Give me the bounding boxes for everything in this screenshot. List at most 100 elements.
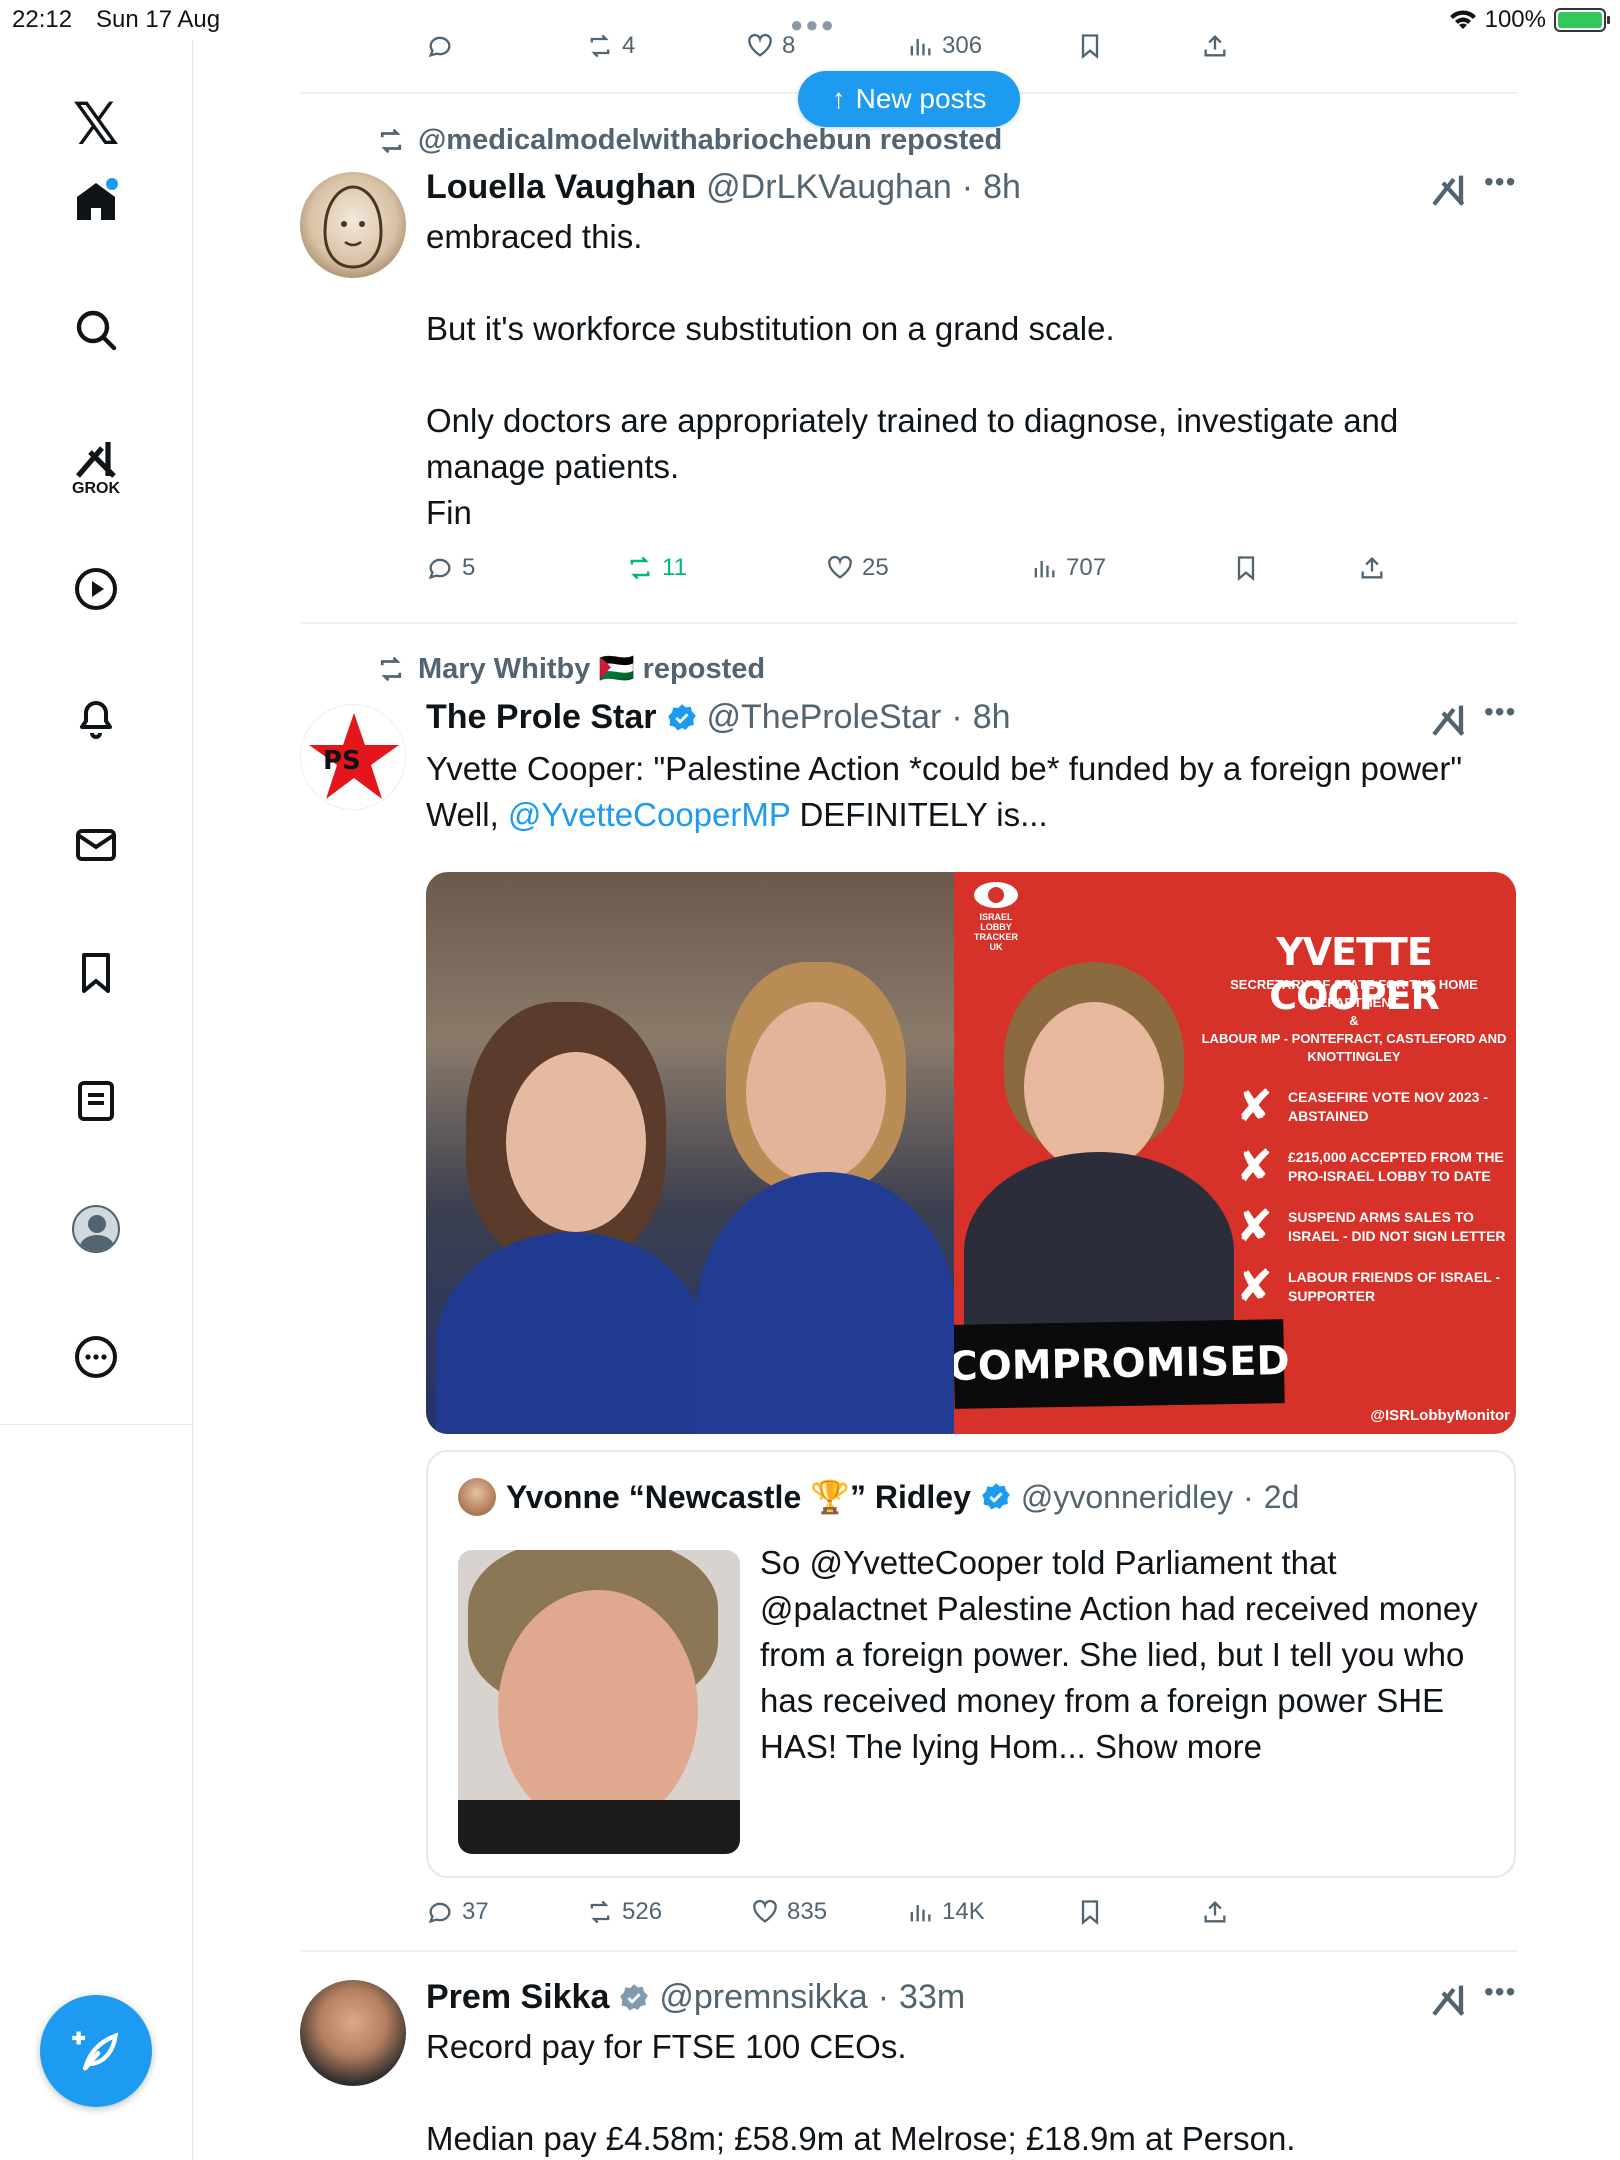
infographic-item: ✘ CEASEFIRE VOTE NOV 2023 - ABSTAINED [1236,1082,1488,1131]
red-star-logo-icon: PS [309,713,399,799]
sidebar-item-videos[interactable] [60,553,132,625]
reply-icon [428,558,451,580]
heart-icon [748,33,772,57]
author-handle[interactable]: @DrLKVaughan [706,168,952,207]
x-logo-icon[interactable]: 𝕏 [60,88,132,160]
reply-button[interactable] [426,32,454,60]
tweet-card[interactable]: Prem Sikka @premnsikka · 33m ••• Record … [300,1960,1520,2160]
views-button[interactable]: 14K [906,1898,985,1926]
author-handle[interactable]: @premnsikka [659,1978,867,2017]
cross-icon: ✘ [1236,1142,1273,1191]
status-date: Sun 17 Aug [96,6,221,33]
cross-icon: ✘ [1236,1082,1273,1131]
tweet-card[interactable]: Mary Whitby 🇵🇸 reposted PS The Prole Sta… [300,650,1520,1950]
more-options-icon[interactable]: ••• [1484,166,1516,198]
more-options-icon[interactable]: ••• [1484,696,1516,728]
grok-icon [76,442,116,478]
tweet-time[interactable]: 8h [973,698,1011,737]
views-button[interactable]: 707 [1030,554,1106,582]
bookmark-button[interactable] [1076,1898,1104,1926]
repost-button[interactable]: 11 [626,554,687,582]
tweet-text-prefix: Well, [426,796,508,833]
sidebar-item-home[interactable] [60,166,132,238]
tweet-time[interactable]: 33m [899,1978,965,2017]
quote-author-name[interactable]: Yvonne “Newcastle 🏆” Ridley [506,1478,971,1516]
tweet-header: Prem Sikka @premnsikka · 33m [426,1978,965,2017]
verified-badge-icon [620,1983,649,2010]
verified-badge-icon [667,703,696,730]
quote-avatar[interactable] [458,1478,496,1516]
avatar[interactable] [300,1980,406,2086]
quoted-tweet[interactable]: Yvonne “Newcastle 🏆” Ridley @yvonneridle… [426,1450,1516,1878]
sidebar-item-profile[interactable] [60,1193,132,1265]
sidebar-item-messages[interactable] [60,809,132,881]
reply-button[interactable]: 5 [426,554,475,582]
sidebar-item-lists[interactable] [60,1065,132,1137]
repost-icon [590,34,610,58]
quote-image[interactable] [458,1550,740,1854]
grok-explain-icon[interactable] [1430,1982,1474,2018]
show-more-link[interactable]: Show more [1095,1728,1262,1765]
sidebar-item-notifications[interactable] [60,681,132,753]
sidebar-divider [0,1424,193,1425]
avatar[interactable] [300,172,406,278]
views-button[interactable]: 306 [906,32,982,60]
quote-author-handle[interactable]: @yvonneridley [1021,1479,1233,1516]
sidebar-item-grok[interactable]: GROK [60,422,132,512]
infographic-panel[interactable]: ISRAEL LOBBY TRACKER UK YVETTE COOPER SE… [954,872,1516,1434]
infographic-credit: @ISRLobbyMonitor [1370,1407,1510,1424]
share-icon [1204,1901,1226,1923]
grok-label: GROK [72,480,120,497]
share-button[interactable] [1201,1898,1229,1926]
share-button[interactable] [1201,32,1229,60]
separator-dot: · [877,1978,890,2016]
reply-button[interactable]: 37 [426,1898,489,1926]
repost-icon [590,1900,610,1924]
author-name[interactable]: The Prole Star [426,698,657,737]
repost-count: 526 [622,1898,663,1925]
list-icon [78,1081,114,1121]
like-button[interactable]: 8 [746,32,795,60]
tweet-divider [300,622,1518,624]
author-name[interactable]: Louella Vaughan [426,168,696,207]
bookmark-button[interactable] [1076,32,1104,60]
tweet-text: Record pay for FTSE 100 CEOs. Median pay… [426,2028,1296,2157]
bookmark-button[interactable] [1232,554,1260,582]
sidebar-item-more[interactable] [60,1321,132,1393]
new-posts-button[interactable]: ↑ New posts [798,71,1020,127]
more-options-icon[interactable]: ••• [1484,1976,1516,2008]
repost-button[interactable]: 4 [586,32,635,60]
quote-time: 2d [1263,1478,1300,1515]
share-button[interactable] [1358,554,1386,582]
views-count: 707 [1066,554,1107,581]
repost-indicator: Mary Whitby 🇵🇸 reposted [376,652,765,686]
bookmark-icon [82,953,110,993]
like-button[interactable]: 25 [826,554,889,582]
author-name[interactable]: Prem Sikka [426,1978,609,2017]
avatar[interactable]: PS [300,704,406,810]
repost-button[interactable]: 526 [586,1898,662,1926]
prev-tweet-actions: 4 8 306 [426,32,1506,72]
tweet-media[interactable]: ISRAEL LOBBY TRACKER UK YVETTE COOPER SE… [426,872,1516,1434]
repost-by: @medicalmodelwithabriochebun reposted [418,124,1003,156]
views-icon [910,39,931,56]
like-button[interactable]: 835 [751,1898,827,1926]
sidebar-item-explore[interactable] [60,294,132,366]
author-handle[interactable]: @TheProleStar [707,698,942,737]
repost-count: 11 [662,554,687,581]
mention-link[interactable]: @YvetteCooperMP [508,796,790,833]
tweet-time[interactable]: 8h [983,168,1021,207]
tweet-card[interactable]: @medicalmodelwithabriochebun reposted Lo… [300,120,1520,625]
share-icon [1204,35,1226,57]
compose-post-button[interactable] [40,1995,152,2107]
tweet-text: embraced this. But it's workforce substi… [426,218,1399,531]
tweet-actions: 5 11 25 707 [426,554,1506,594]
sidebar-item-bookmarks[interactable] [60,937,132,1009]
grok-explain-icon[interactable] [1430,702,1474,738]
repost-by: Mary Whitby 🇵🇸 reposted [418,653,766,685]
profile-avatar [72,1205,120,1253]
cross-icon: ✘ [1236,1262,1273,1311]
photo-two-women[interactable] [426,872,954,1434]
like-count: 25 [862,554,889,581]
grok-explain-icon[interactable] [1430,172,1474,208]
